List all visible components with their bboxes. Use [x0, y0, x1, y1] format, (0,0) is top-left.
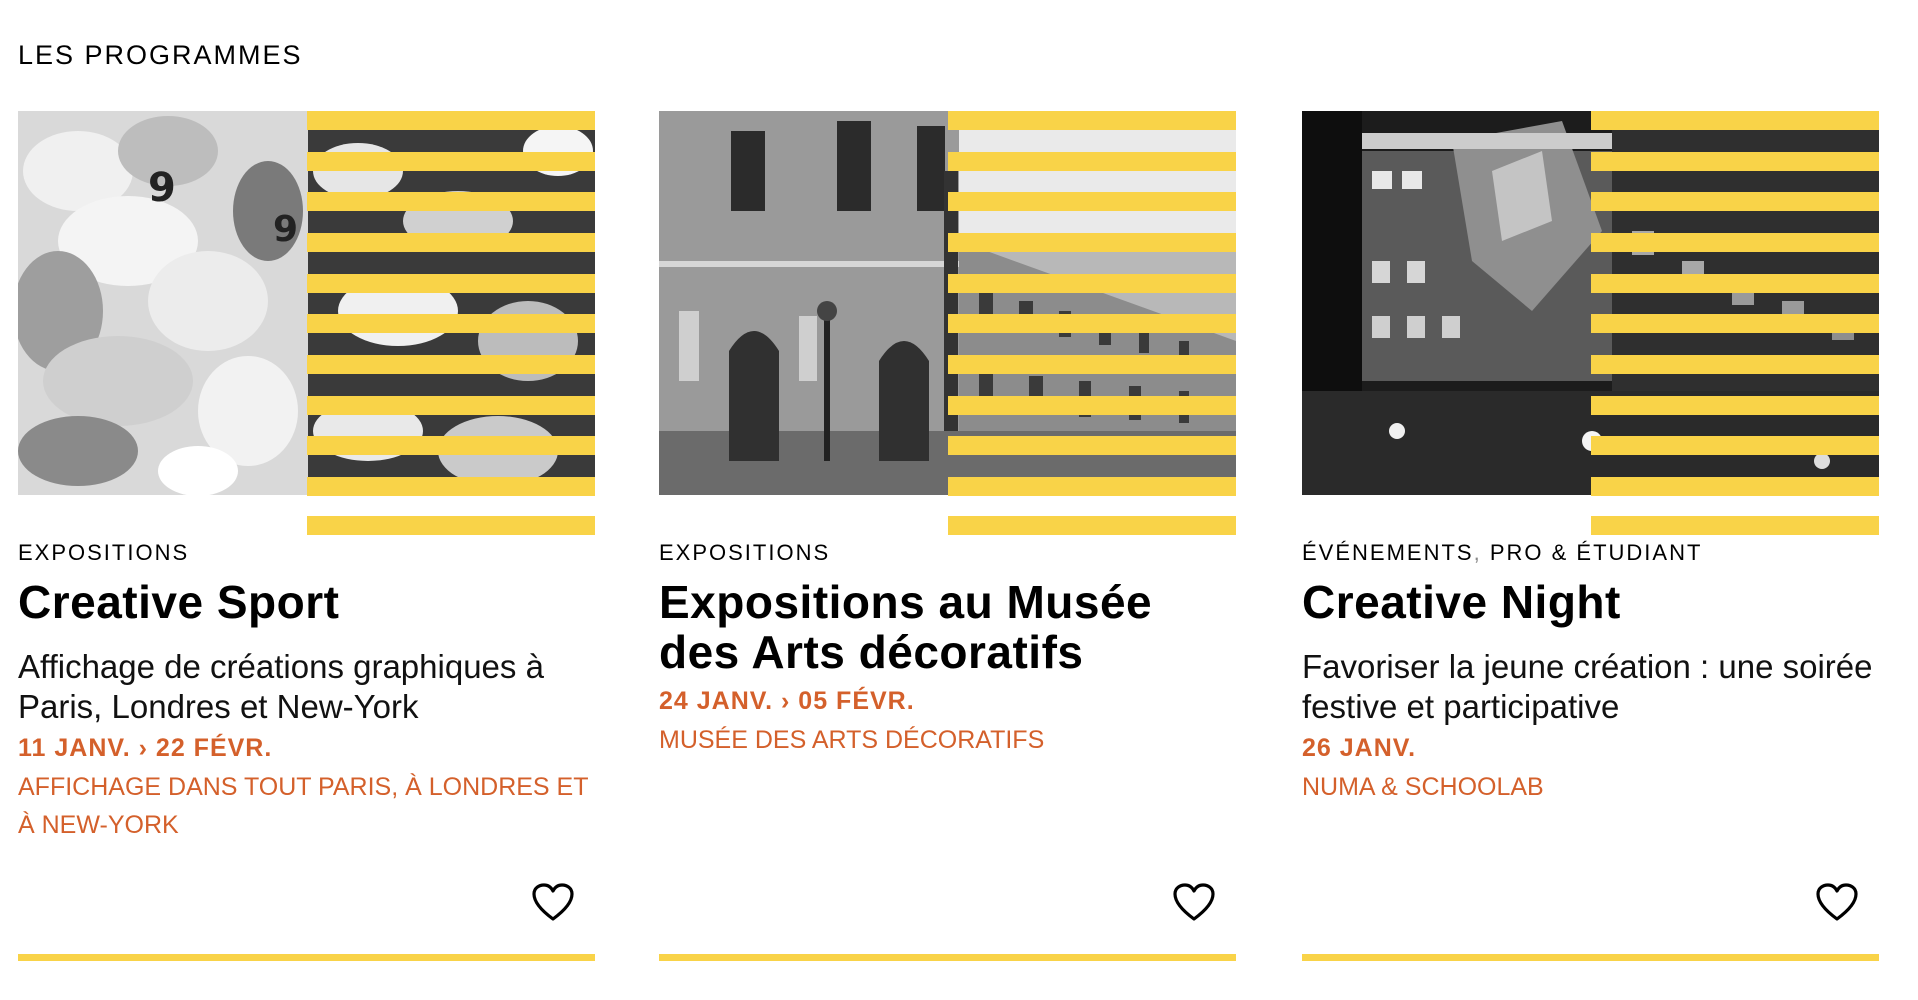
heart-outline-icon	[1173, 883, 1215, 921]
stripe	[307, 233, 595, 252]
card-subtitle: Affichage de créations graphiques à Pari…	[18, 648, 544, 725]
stripe	[1591, 152, 1879, 171]
card-visual[interactable]	[1302, 111, 1879, 535]
stripe	[948, 516, 1236, 535]
card-bottom-line	[18, 954, 595, 961]
stripe	[948, 111, 1236, 130]
stripe	[307, 477, 595, 496]
svg-text:9: 9	[148, 165, 176, 211]
heart-outline-icon	[1816, 883, 1858, 921]
stripe	[948, 477, 1236, 496]
stripe	[1591, 477, 1879, 496]
category-separator: ,	[1473, 540, 1482, 565]
stripe	[307, 436, 595, 455]
card-dates: 24 JANV. › 05 FÉVR.	[659, 687, 915, 715]
card-title[interactable]: Expositions au Musée des Arts décoratifs	[659, 577, 1236, 677]
card-bottom-line	[659, 954, 1236, 961]
section-title: LES PROGRAMMES	[18, 40, 303, 70]
stripe	[948, 436, 1236, 455]
favorite-button[interactable]	[1173, 883, 1215, 923]
program-card-musee-arts-decoratifs[interactable]: EXPOSITIONS Expositions au Musée des Art…	[659, 111, 1236, 971]
card-place: MUSÉE DES ARTS DÉCORATIFS	[659, 726, 1045, 754]
yellow-stripes-decoration	[307, 111, 595, 535]
svg-text:9: 9	[273, 209, 298, 250]
stripe	[307, 152, 595, 171]
card-visual[interactable]: 9 9	[18, 111, 595, 535]
card-visual[interactable]	[659, 111, 1236, 535]
stripe	[307, 192, 595, 211]
stripe	[948, 355, 1236, 374]
stripe	[1591, 192, 1879, 211]
stripe	[1591, 355, 1879, 374]
stripe	[948, 152, 1236, 171]
stripe	[948, 314, 1236, 333]
card-category[interactable]: ÉVÉNEMENTS, PRO & ÉTUDIANT	[1302, 539, 1702, 567]
programmes-page: LES PROGRAMMES 9 9 EXPOSITIONS Creative …	[0, 0, 1918, 1000]
stripe	[307, 355, 595, 374]
stripe	[1591, 436, 1879, 455]
stripe	[1591, 233, 1879, 252]
yellow-stripes-decoration	[1591, 111, 1879, 535]
card-category[interactable]: EXPOSITIONS	[18, 539, 189, 567]
program-card-creative-night[interactable]: ÉVÉNEMENTS, PRO & ÉTUDIANT Creative Nigh…	[1302, 111, 1879, 971]
card-place: NUMA & SCHOOLAB	[1302, 773, 1544, 801]
stripe	[1591, 314, 1879, 333]
stripe	[307, 274, 595, 293]
card-title[interactable]: Creative Sport	[18, 577, 595, 627]
stripe	[307, 516, 595, 535]
card-dates: 11 JANV. › 22 FÉVR.	[18, 734, 273, 762]
card-bottom-line	[1302, 954, 1879, 961]
category-label[interactable]: PRO & ÉTUDIANT	[1490, 540, 1703, 565]
category-label[interactable]: EXPOSITIONS	[18, 540, 189, 565]
favorite-button[interactable]	[1816, 883, 1858, 923]
card-dates: 26 JANV.	[1302, 734, 1417, 762]
category-label[interactable]: EXPOSITIONS	[659, 540, 830, 565]
favorite-button[interactable]	[532, 883, 574, 923]
stripe	[948, 192, 1236, 211]
card-subtitle: Favoriser la jeune création : une soirée…	[1302, 648, 1873, 725]
card-title[interactable]: Creative Night	[1302, 577, 1879, 627]
stripe	[948, 396, 1236, 415]
stripe	[948, 233, 1236, 252]
stripe	[1591, 396, 1879, 415]
stripe	[948, 274, 1236, 293]
card-place: AFFICHAGE DANS TOUT PARIS, À LONDRES ET …	[18, 773, 589, 839]
stripe	[1591, 274, 1879, 293]
stripe	[307, 314, 595, 333]
stripe	[1591, 111, 1879, 130]
category-label[interactable]: ÉVÉNEMENTS	[1302, 540, 1474, 565]
heart-outline-icon	[532, 883, 574, 921]
yellow-stripes-decoration	[948, 111, 1236, 535]
stripe	[307, 111, 595, 130]
program-card-creative-sport[interactable]: 9 9 EXPOSITIONS Creative Sport Affichage…	[18, 111, 595, 971]
stripe	[307, 396, 595, 415]
card-category[interactable]: EXPOSITIONS	[659, 539, 830, 567]
stripe	[1591, 516, 1879, 535]
